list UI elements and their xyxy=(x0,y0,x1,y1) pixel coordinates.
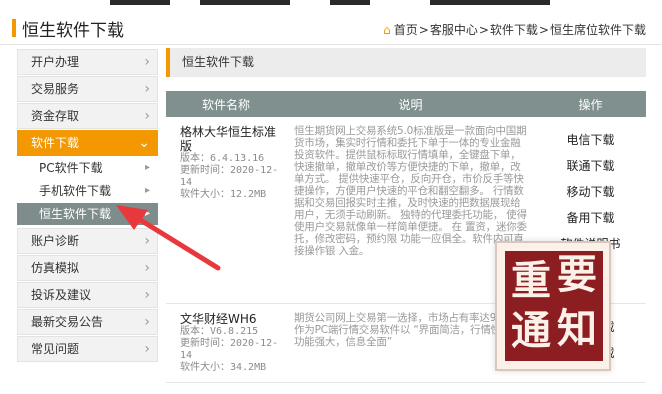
chevron-right-icon: › xyxy=(144,287,150,303)
sidebar-item-label: 开户办理 xyxy=(31,55,80,69)
chevron-right-icon: › xyxy=(144,341,150,357)
software-size: 软件大小：34.2MB xyxy=(180,361,267,373)
sidebar-item-funds[interactable]: 资金存取 › xyxy=(17,103,158,129)
sidebar-item-label: 资金存取 xyxy=(31,109,80,123)
notice-stamp: 重 要 通 知 xyxy=(505,251,603,361)
breadcrumb-home[interactable]: 首页 xyxy=(394,21,418,38)
breadcrumb: ⌂ 首页 > 客服中心 > 软件下载 > 恒生席位软件下载 xyxy=(383,21,646,38)
notice-char: 重 xyxy=(511,257,551,304)
sidebar-item-label: 投诉及建议 xyxy=(31,288,92,302)
notice-char: 要 xyxy=(557,251,597,298)
software-description: 期货公司网上交易第一选择，市场占有率达97%，作为PC端行情交易软件以 “界面简… xyxy=(294,311,523,348)
column-header-actions: 操作 xyxy=(535,91,646,117)
caret-right-icon: ▸ xyxy=(144,185,150,196)
software-version: 版本：V6.8.215 xyxy=(180,325,259,337)
sidebar-subitem-hengsheng[interactable]: 恒生软件下载 ▸ xyxy=(17,203,158,225)
breadcrumb-download[interactable]: 软件下载 xyxy=(490,21,538,38)
sidebar-item-announcements[interactable]: 最新交易公告 › xyxy=(17,309,158,335)
sidebar-subitem-label: PC软件下载 xyxy=(39,161,103,175)
sidebar: 开户办理 › 交易服务 › 资金存取 › 软件下载 ⌄ PC软件下载 ▸ 手机软件下载 ▸ … xyxy=(17,49,158,363)
caret-right-icon: ▸ xyxy=(144,162,150,173)
caret-right-icon: ▸ xyxy=(144,208,150,219)
chevron-down-icon: ⌄ xyxy=(138,135,150,151)
sidebar-item-label: 交易服务 xyxy=(31,82,80,96)
chevron-right-icon: › xyxy=(144,260,150,276)
chevron-right-icon: › xyxy=(144,108,150,124)
download-backup-link[interactable]: 备用下载 xyxy=(535,205,646,231)
page-title-text: 恒生软件下载 xyxy=(22,20,124,41)
chevron-right-icon: › xyxy=(144,314,150,330)
sidebar-item-software-download[interactable]: 软件下载 ⌄ xyxy=(17,130,158,156)
chevron-right-icon: › xyxy=(144,233,150,249)
software-description: 恒生期货网上交易系统5.0标准版是一款面向中国期货市场，集实时行情和委托下单于一… xyxy=(294,125,527,257)
sidebar-item-diagnosis[interactable]: 账户诊断 › xyxy=(17,228,158,254)
sidebar-subitem-mobile[interactable]: 手机软件下载 ▸ xyxy=(17,180,158,202)
chevron-right-icon: › xyxy=(144,81,150,97)
software-size: 软件大小：12.2MB xyxy=(180,189,267,200)
software-update-time: 更新时间：2020-12-14 xyxy=(180,337,279,361)
sidebar-item-label: 仿真模拟 xyxy=(31,261,80,275)
sidebar-subitem-label: 手机软件下载 xyxy=(39,184,112,198)
top-strip xyxy=(0,0,662,6)
breadcrumb-current: 恒生席位软件下载 xyxy=(549,23,646,37)
home-icon: ⌂ xyxy=(383,22,391,37)
notice-char: 通 xyxy=(511,307,551,354)
sidebar-item-label: 账户诊断 xyxy=(31,234,80,248)
column-header-description: 说明 xyxy=(286,91,535,117)
divider xyxy=(0,44,662,45)
important-notice-popup[interactable]: 重 要 通 知 xyxy=(495,241,611,371)
breadcrumb-service[interactable]: 客服中心 xyxy=(430,21,478,38)
section-title: 恒生软件下载 xyxy=(166,48,646,77)
software-version: 版本：6.4.13.16 xyxy=(180,153,265,164)
software-name: 文华财经WH6 xyxy=(180,311,257,326)
sidebar-subitem-pc[interactable]: PC软件下载 ▸ xyxy=(17,157,158,179)
sidebar-subitem-label: 恒生软件下载 xyxy=(39,207,112,221)
chevron-right-icon: › xyxy=(144,54,150,70)
sidebar-item-trade-service[interactable]: 交易服务 › xyxy=(17,76,158,102)
download-telecom-link[interactable]: 电信下载 xyxy=(535,127,646,153)
sidebar-item-simulation[interactable]: 仿真模拟 › xyxy=(17,255,158,281)
download-mobile-link[interactable]: 移动下载 xyxy=(535,179,646,205)
sidebar-item-label: 最新交易公告 xyxy=(31,315,104,329)
sidebar-item-complaints[interactable]: 投诉及建议 › xyxy=(17,282,158,308)
download-unicom-link[interactable]: 联通下载 xyxy=(535,153,646,179)
software-name: 格林大华恒生标准版 xyxy=(180,125,277,153)
software-update-time: 更新时间：2020-12-14 xyxy=(180,165,279,188)
sidebar-item-label: 常见问题 xyxy=(31,342,80,356)
notice-char: 知 xyxy=(557,305,597,352)
sidebar-item-label: 软件下载 xyxy=(31,136,80,150)
sidebar-item-account-open[interactable]: 开户办理 › xyxy=(17,49,158,75)
page-title: 恒生软件下载 xyxy=(12,14,124,42)
column-header-name: 软件名称 xyxy=(166,91,286,117)
sidebar-item-faq[interactable]: 常见问题 › xyxy=(17,336,158,362)
